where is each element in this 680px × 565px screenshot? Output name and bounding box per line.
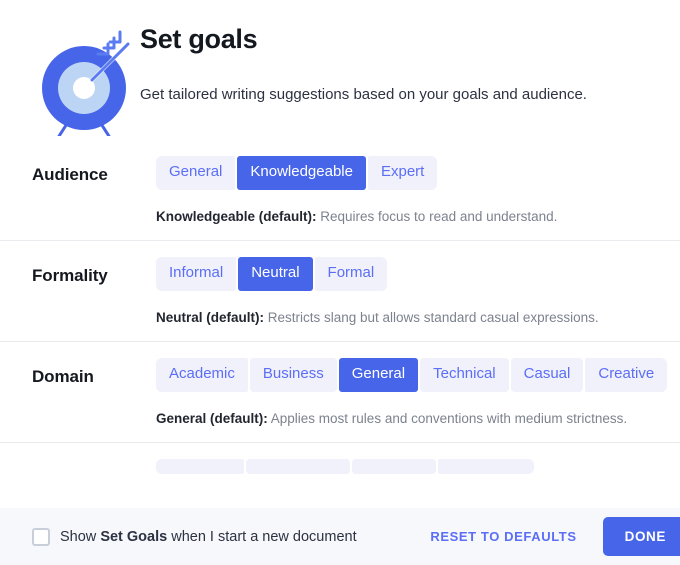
domain-option-academic[interactable]: Academic bbox=[156, 357, 248, 392]
clipped-option-2[interactable] bbox=[246, 458, 350, 474]
audience-description-label: Knowledgeable (default): bbox=[156, 208, 317, 224]
settings-scroll-area[interactable]: Audience General Knowledgeable Expert Kn… bbox=[0, 140, 680, 508]
section-domain: Domain Academic Business General Technic… bbox=[0, 340, 680, 442]
done-button[interactable]: DONE bbox=[602, 517, 680, 556]
header-text-block: Set goals Get tailored writing suggestio… bbox=[140, 18, 648, 105]
formality-description-label: Neutral (default): bbox=[156, 309, 264, 325]
domain-option-business[interactable]: Business bbox=[249, 357, 337, 392]
set-goals-dialog: Set goals Get tailored writing suggestio… bbox=[0, 0, 680, 565]
domain-option-creative[interactable]: Creative bbox=[585, 357, 668, 392]
domain-description-label: General (default): bbox=[156, 410, 268, 426]
page-subtitle: Get tailored writing suggestions based o… bbox=[140, 86, 587, 104]
section-label-formality: Formality bbox=[32, 265, 108, 285]
show-set-goals-checkbox[interactable] bbox=[32, 527, 50, 546]
audience-option-general[interactable]: General bbox=[156, 156, 236, 190]
section-audience: Audience General Knowledgeable Expert Kn… bbox=[0, 140, 680, 240]
checkbox-label-suffix: when I start a new document bbox=[167, 528, 357, 545]
section-content-clipped bbox=[156, 458, 648, 474]
target-with-arrow-icon bbox=[32, 18, 140, 146]
section-content-formality: Informal Neutral Formal Neutral (default… bbox=[156, 256, 648, 327]
section-content-audience: General Knowledgeable Expert Knowledgeab… bbox=[156, 156, 648, 226]
formality-segmented-control[interactable]: Informal Neutral Formal bbox=[156, 256, 648, 291]
domain-description: General (default): Applies most rules an… bbox=[156, 410, 648, 428]
clipped-segmented-control[interactable] bbox=[156, 458, 648, 474]
section-label-domain: Domain bbox=[32, 366, 94, 386]
domain-description-text: Applies most rules and conventions with … bbox=[267, 410, 628, 426]
clipped-option-4[interactable] bbox=[438, 458, 534, 474]
show-set-goals-checkbox-row[interactable]: Show Set Goals when I start a new docume… bbox=[32, 527, 357, 546]
audience-segmented-control[interactable]: General Knowledgeable Expert bbox=[156, 156, 648, 190]
dialog-header: Set goals Get tailored writing suggestio… bbox=[0, 0, 680, 146]
section-formality: Formality Informal Neutral Formal Neutra… bbox=[0, 239, 680, 341]
reset-to-defaults-button[interactable]: RESET TO DEFAULTS bbox=[430, 529, 576, 544]
domain-option-general[interactable]: General bbox=[338, 357, 419, 392]
domain-option-technical[interactable]: Technical bbox=[420, 357, 509, 392]
formality-option-informal[interactable]: Informal bbox=[156, 256, 237, 291]
checkbox-label-bold: Set Goals bbox=[100, 528, 168, 545]
checkbox-label-prefix: Show bbox=[60, 528, 101, 545]
audience-description: Knowledgeable (default): Requires focus … bbox=[156, 208, 648, 226]
show-set-goals-label: Show Set Goals when I start a new docume… bbox=[60, 529, 357, 545]
clipped-option-1[interactable] bbox=[156, 458, 244, 474]
dialog-footer: Show Set Goals when I start a new docume… bbox=[0, 508, 680, 565]
formality-description: Neutral (default): Restricts slang but a… bbox=[156, 309, 648, 327]
section-next-clipped bbox=[0, 441, 680, 474]
page-title: Set goals bbox=[140, 24, 258, 54]
domain-segmented-control[interactable]: Academic Business General Technical Casu… bbox=[156, 357, 668, 392]
domain-option-casual[interactable]: Casual bbox=[510, 357, 584, 392]
clipped-option-3[interactable] bbox=[352, 458, 436, 474]
section-content-domain: Academic Business General Technical Casu… bbox=[156, 357, 668, 428]
audience-option-expert[interactable]: Expert bbox=[367, 156, 438, 190]
audience-description-text: Requires focus to read and understand. bbox=[316, 208, 558, 224]
formality-description-text: Restricts slang but allows standard casu… bbox=[264, 309, 599, 325]
audience-option-knowledgeable[interactable]: Knowledgeable bbox=[237, 156, 366, 190]
formality-option-neutral[interactable]: Neutral bbox=[238, 256, 313, 291]
section-label-audience: Audience bbox=[32, 165, 108, 184]
section-label-clipped bbox=[32, 459, 156, 468]
formality-option-formal[interactable]: Formal bbox=[314, 256, 388, 291]
